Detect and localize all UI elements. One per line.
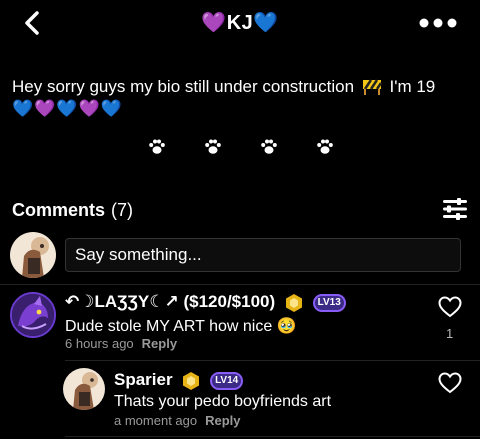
level-badge: LV14 (210, 371, 244, 390)
purple-heart-emoji: 💜 (201, 12, 227, 34)
reply-button[interactable]: Reply (142, 336, 177, 351)
comments-heading: Comments (7) (12, 200, 133, 221)
comment-timestamp: a moment ago (114, 413, 198, 428)
comment-author-avatar[interactable] (10, 292, 56, 338)
comment-meta: a moment ago Reply (114, 413, 241, 428)
comment-author-label: Sparier (114, 370, 173, 389)
gold-badge-icon (285, 293, 302, 312)
paw-divider (0, 138, 480, 158)
reply-button[interactable]: Reply (205, 413, 240, 428)
level-badge: LV13 (312, 293, 346, 312)
comment-text: Thats your pedo boyfriends art (114, 393, 332, 410)
paw-icon (261, 139, 277, 154)
blue-heart-emoji: 💙 (253, 12, 279, 34)
divider (65, 360, 480, 361)
top-bar: 💜KJ💙 (0, 0, 480, 48)
bio-age: I'm 19 (389, 77, 436, 96)
comment-author-name[interactable]: Sparier LV14 (114, 370, 244, 391)
like-heart-icon[interactable] (438, 372, 462, 394)
bio-text: Hey sorry guys my bio still under constr… (12, 76, 472, 120)
comment-author-name[interactable]: ↶☽LAƷƷY☾↗ ($120/$100) LV13 (65, 292, 346, 313)
gold-badge-icon (183, 371, 200, 390)
paw-icon (317, 139, 333, 154)
current-user-avatar[interactable] (10, 232, 56, 278)
pleading-face-emoji: 🥹 (276, 318, 297, 335)
comment-meta: 6 hours ago Reply (65, 336, 177, 351)
page-title: 💜KJ💙 (0, 10, 480, 35)
paw-icon (205, 139, 221, 154)
filter-sliders-icon[interactable] (442, 196, 468, 222)
comment-body: Dude stole MY ART how nice (65, 318, 273, 335)
divider (65, 436, 480, 437)
bio-line: Hey sorry guys my bio still under constr… (12, 77, 355, 96)
comments-title: Comments (12, 200, 106, 220)
divider (0, 284, 480, 285)
comment-input[interactable]: Say something... (65, 238, 461, 272)
construction-barrier-icon (362, 79, 382, 95)
comment-author-label: ↶☽LAƷƷY☾↗ ($120/$100) (65, 292, 276, 311)
comment-text: Dude stole MY ART how nice 🥹 (65, 316, 297, 336)
like-heart-icon[interactable] (438, 296, 462, 318)
comment-author-avatar[interactable] (63, 368, 105, 410)
paw-icon (149, 139, 165, 154)
like-count: 1 (446, 326, 454, 341)
bio-hearts: 💙💜💙💜💙 (12, 99, 123, 118)
comments-count: (7) (111, 200, 134, 220)
more-options-icon[interactable] (418, 14, 458, 32)
comment-timestamp: 6 hours ago (65, 336, 134, 351)
page-title-text: KJ (226, 12, 254, 34)
